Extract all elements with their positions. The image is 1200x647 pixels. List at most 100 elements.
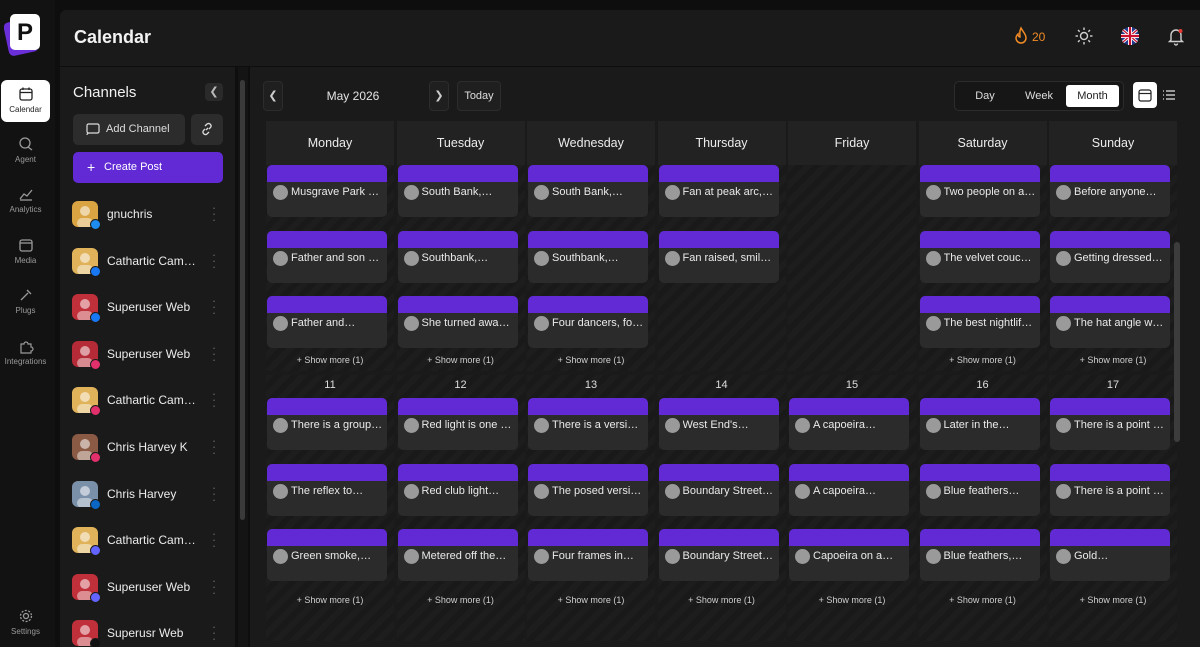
post-preview-card[interactable]: Boundary Street… [658, 529, 779, 581]
show-more-link[interactable]: + Show more (1) [1049, 355, 1177, 365]
post-preview-card[interactable]: Before anyone… [1050, 165, 1170, 217]
post-preview-card[interactable]: Father and son at… [267, 230, 387, 283]
post-preview-card[interactable]: The posed versio… [528, 463, 648, 516]
post-preview-card[interactable]: Gold… [1050, 529, 1170, 581]
uk-flag-icon[interactable] [1120, 26, 1140, 46]
post-preview-card[interactable]: A capoeira… [789, 398, 909, 450]
add-channel-button[interactable]: Add Channel [73, 114, 185, 145]
channel-item[interactable]: Superuser Web · · · [72, 338, 232, 374]
show-more-link[interactable]: + Show more (1) [266, 595, 394, 605]
post-preview-card[interactable]: Green smoke,… [267, 529, 387, 581]
show-more-link[interactable]: + Show more (1) [266, 355, 394, 365]
post-preview-card[interactable]: The best nightlife… [919, 296, 1040, 348]
show-more-link[interactable]: + Show more (1) [1049, 595, 1177, 605]
post-preview-card[interactable]: Capoeira on a… [789, 529, 909, 581]
view-week-button[interactable]: Week [1015, 85, 1063, 107]
post-preview-card[interactable]: A capoeira… [789, 463, 909, 516]
post-preview-card[interactable]: Fan raised, smile… [658, 230, 779, 283]
show-more-link[interactable]: + Show more (1) [527, 595, 655, 605]
show-more-link[interactable]: + Show more (1) [919, 355, 1047, 365]
x-icon [90, 638, 101, 647]
post-preview-card[interactable]: Metered off the… [397, 529, 518, 581]
calendar-scroll-thumb[interactable] [1174, 242, 1180, 442]
flame-icon[interactable] [1011, 26, 1031, 46]
post-preview-card[interactable]: The velvet couch… [919, 230, 1040, 283]
post-preview-card[interactable]: Red light is one o… [397, 398, 518, 450]
show-more-link[interactable]: + Show more (1) [397, 355, 525, 365]
nav-analytics[interactable]: Analytics [1, 180, 50, 222]
post-preview-card[interactable]: She turned away… [397, 296, 518, 348]
list-mode-button[interactable] [1157, 82, 1181, 108]
day-cell[interactable] [788, 165, 916, 371]
show-more-link[interactable]: + Show more (1) [658, 595, 786, 605]
post-preview-card[interactable]: South Bank,… [397, 165, 518, 217]
prev-month-button[interactable]: ❮ [263, 81, 283, 111]
channel-item[interactable]: gnuchris · · · [72, 198, 232, 234]
more-options-icon[interactable]: · · · [211, 620, 217, 645]
post-preview-card[interactable]: The reflex to… [267, 463, 387, 516]
show-more-link[interactable]: + Show more (1) [788, 595, 916, 605]
nav-media[interactable]: Media [1, 231, 50, 273]
post-preview-card[interactable]: Musgrave Park o… [267, 165, 387, 217]
channel-item[interactable]: Chris Harvey · · · [72, 478, 232, 514]
date-number: 11 [324, 379, 336, 391]
collapse-panel-button[interactable]: ❮ [205, 83, 223, 101]
bell-icon[interactable] [1166, 26, 1186, 46]
create-post-button[interactable]: + Create Post [73, 152, 223, 183]
post-preview-card[interactable]: The hat angle wa… [1050, 296, 1170, 348]
channel-item[interactable]: Cathartic Camera · · · [72, 384, 232, 420]
app-logo[interactable]: P [3, 10, 42, 56]
nav-settings[interactable]: Settings [1, 602, 50, 644]
post-preview-card[interactable]: Fan at peak arc,… [658, 165, 779, 217]
nav-integrations[interactable]: Integrations [1, 332, 50, 374]
sun-icon[interactable] [1074, 26, 1094, 46]
post-preview-card[interactable]: Southbank,… [397, 230, 518, 283]
post-preview-card[interactable]: South Bank,… [528, 165, 648, 217]
channel-item[interactable]: Superusr Web · · · [72, 617, 232, 647]
more-options-icon[interactable]: · · · [211, 201, 217, 226]
post-preview-card[interactable]: Getting dressed… [1050, 230, 1170, 283]
channel-item[interactable]: Superuser Web · · · [72, 571, 232, 607]
more-options-icon[interactable]: · · · [211, 434, 217, 459]
more-options-icon[interactable]: · · · [211, 574, 217, 599]
more-options-icon[interactable]: · · · [211, 387, 217, 412]
channel-item[interactable]: Cathartic Camera · · · [72, 524, 232, 560]
post-preview-card[interactable]: Father and… [267, 296, 387, 348]
channel-item[interactable]: Chris Harvey K · · · [72, 431, 232, 467]
post-preview-card[interactable]: Blue feathers,… [919, 529, 1040, 581]
more-options-icon[interactable]: · · · [211, 481, 217, 506]
next-month-button[interactable]: ❯ [429, 81, 449, 111]
channel-item[interactable]: Cathartic Camera · · · [72, 245, 232, 281]
more-options-icon[interactable]: · · · [211, 248, 217, 273]
show-more-link[interactable]: + Show more (1) [527, 355, 655, 365]
post-preview-card[interactable]: Southbank,… [528, 230, 648, 283]
link-button[interactable] [191, 114, 223, 145]
post-preview-card[interactable]: There is a point i… [1050, 463, 1170, 516]
calendar-mode-button[interactable] [1133, 82, 1157, 108]
post-preview-card[interactable]: Later in the… [919, 398, 1040, 450]
more-options-icon[interactable]: · · · [211, 294, 217, 319]
post-preview-card[interactable]: There is a group … [267, 398, 387, 450]
post-preview-card[interactable]: Four frames in… [528, 529, 648, 581]
channels-scroll-thumb[interactable] [240, 80, 245, 520]
nav-calendar[interactable]: Calendar [1, 80, 50, 122]
more-options-icon[interactable]: · · · [211, 527, 217, 552]
show-more-link[interactable]: + Show more (1) [397, 595, 525, 605]
post-preview-card[interactable]: There is a version… [528, 398, 648, 450]
channel-item[interactable]: Superuser Web · · · [72, 291, 232, 327]
nav-agent[interactable]: Agent [1, 130, 50, 172]
post-preview-card[interactable]: Two people on a… [919, 165, 1040, 217]
view-month-button[interactable]: Month [1066, 85, 1119, 107]
post-preview-card[interactable]: Blue feathers… [919, 463, 1040, 516]
view-day-button[interactable]: Day [963, 85, 1007, 107]
post-preview-card[interactable]: Boundary Street… [658, 463, 779, 516]
today-button[interactable]: Today [457, 81, 501, 111]
show-more-link[interactable]: + Show more (1) [919, 595, 1047, 605]
post-preview-card[interactable]: West End's… [658, 398, 779, 450]
calendar-scrollbar[interactable] [1174, 122, 1180, 642]
more-options-icon[interactable]: · · · [211, 341, 217, 366]
post-preview-card[interactable]: Red club light… [397, 463, 518, 516]
nav-plugs[interactable]: Plugs [1, 281, 50, 323]
post-preview-card[interactable]: Four dancers, fo… [528, 296, 648, 348]
post-preview-card[interactable]: There is a point i… [1050, 398, 1170, 450]
